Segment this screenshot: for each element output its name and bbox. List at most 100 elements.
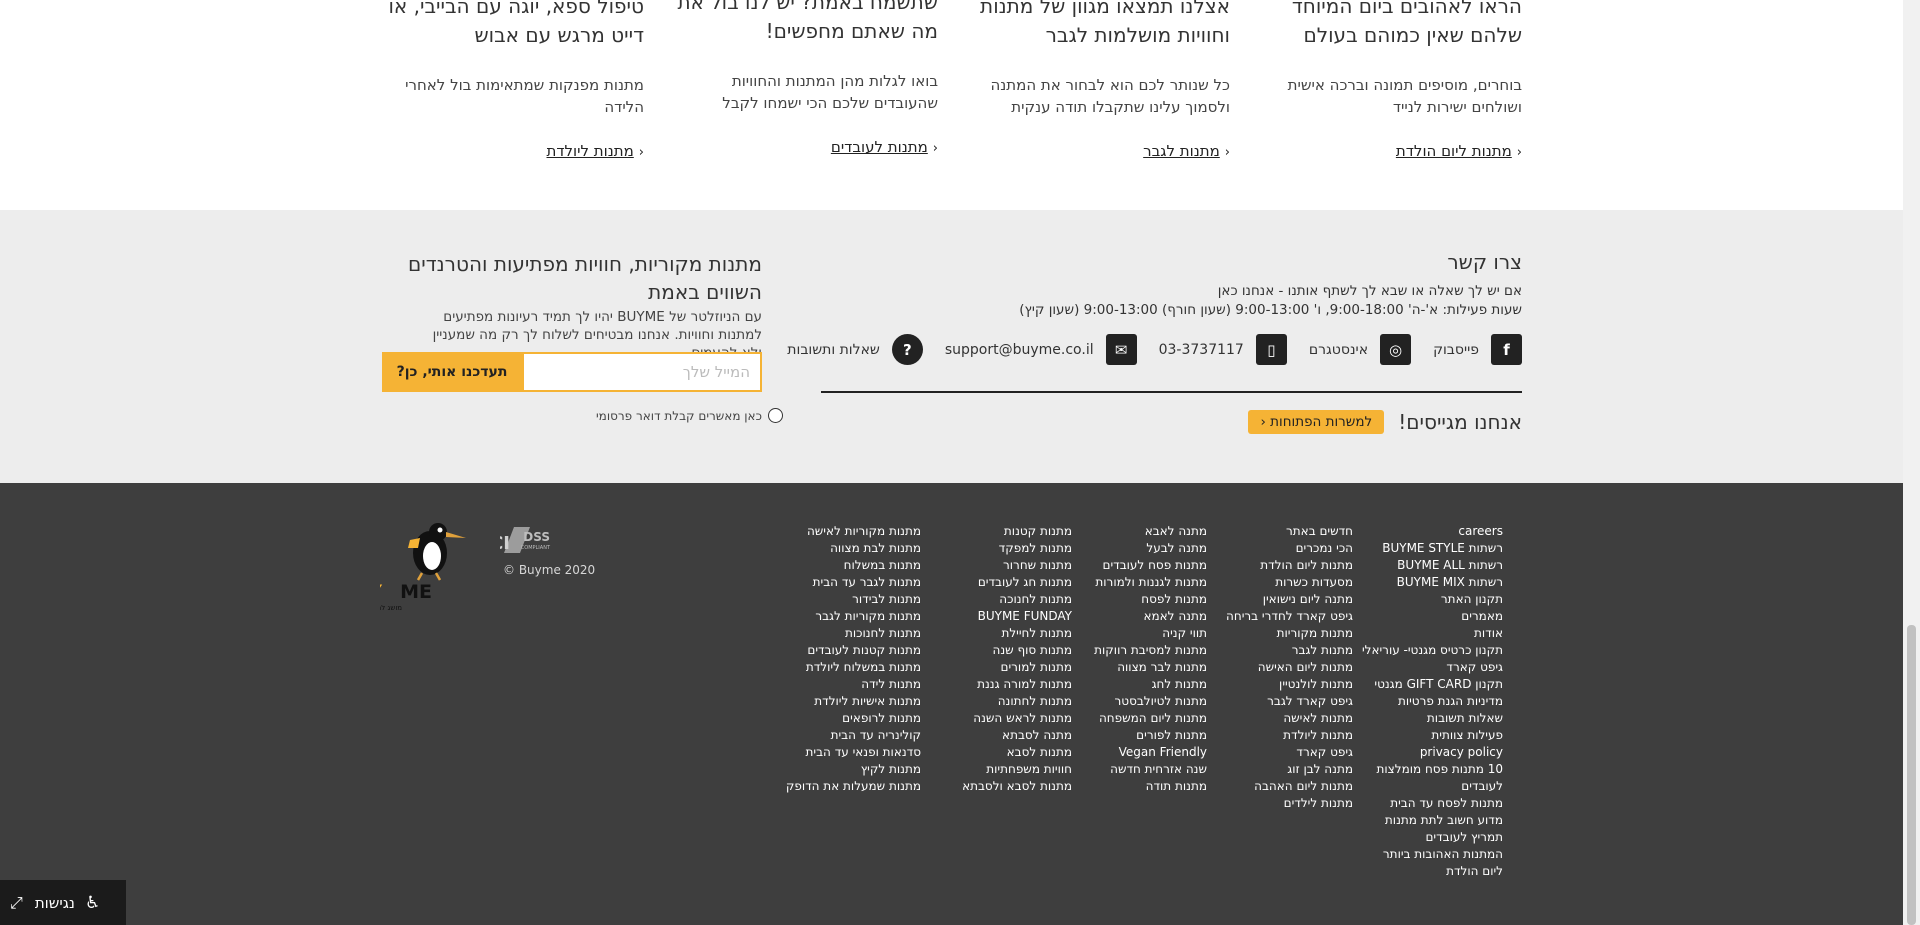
footer-link[interactable]: careers bbox=[1362, 523, 1503, 540]
scrollbar-thumb[interactable] bbox=[1907, 625, 1916, 925]
footer-link[interactable]: חדשים באתר bbox=[1226, 523, 1353, 540]
card-link-employees[interactable]: ‹ מתנות לעובדים bbox=[831, 138, 938, 156]
footer-link[interactable]: ליום הולדת bbox=[1362, 863, 1503, 880]
footer-link[interactable]: מדיניות הגנת פרטיות bbox=[1362, 693, 1503, 710]
footer-link[interactable]: מתנה לאבא bbox=[1094, 523, 1207, 540]
footer-link[interactable]: מתנות מקוריות לגבר bbox=[786, 608, 921, 625]
footer-link[interactable]: מתנות לרופאים bbox=[786, 710, 921, 727]
contact-faq[interactable]: ? שאלות ותשובות bbox=[787, 334, 923, 365]
footer-link[interactable]: מתנות לאישה bbox=[1226, 710, 1353, 727]
footer-link[interactable]: מתנות לילדים bbox=[1226, 795, 1353, 812]
newsletter-consent[interactable]: כאן מאשרים קבלת דואר פרסומי bbox=[596, 408, 783, 423]
footer-link[interactable]: מתנות ליום המשפחה bbox=[1094, 710, 1207, 727]
footer-link[interactable]: מתנות לסבא ולסבתא bbox=[962, 778, 1072, 795]
footer-link[interactable]: מתנות תודה bbox=[1094, 778, 1207, 795]
footer-link[interactable]: מתנות לחג bbox=[1094, 676, 1207, 693]
footer-link[interactable]: מתנות לחיילת bbox=[962, 625, 1072, 642]
footer-link[interactable]: רשתות BUYME ALL bbox=[1362, 557, 1503, 574]
footer-link[interactable]: מתנות לחתונה bbox=[962, 693, 1072, 710]
footer-link[interactable]: מתנה לבעל bbox=[1094, 540, 1207, 557]
footer-link[interactable]: מתנות שמעלות את הדופק bbox=[786, 778, 921, 795]
footer-link[interactable]: מתנות מקוריות bbox=[1226, 625, 1353, 642]
contact-facebook[interactable]: f פייסבוק bbox=[1433, 334, 1522, 365]
footer-link[interactable]: מסעדות כשרות bbox=[1226, 574, 1353, 591]
footer-link[interactable]: מתנה לבן זוג bbox=[1226, 761, 1353, 778]
footer-link[interactable]: מתנות לפורים bbox=[1094, 727, 1207, 744]
contact-email[interactable]: ✉ support@buyme.co.il bbox=[945, 334, 1137, 365]
footer-link[interactable]: מתנות ליום האישה bbox=[1226, 659, 1353, 676]
footer-link[interactable]: מתנות סוף שנה bbox=[962, 642, 1072, 659]
footer-link[interactable]: מתנות לגננות ולמורות bbox=[1094, 574, 1207, 591]
open-jobs-button[interactable]: למשרות הפתוחות ‹ bbox=[1248, 410, 1385, 434]
footer-link[interactable]: מאמרים bbox=[1362, 608, 1503, 625]
card-link-men[interactable]: ‹ מתנות לגבר bbox=[1143, 142, 1230, 160]
contact-instagram[interactable]: ◎ אינסטגרם bbox=[1309, 334, 1412, 365]
footer-link[interactable]: תקנון כרטיס מגנטי- עוריאלי bbox=[1362, 642, 1503, 659]
contact-phone[interactable]: ▯ 03-3737117 bbox=[1159, 334, 1287, 365]
footer-link[interactable]: מתנות לסבא bbox=[962, 744, 1072, 761]
footer-link[interactable]: תקנון האתר bbox=[1362, 591, 1503, 608]
footer-link[interactable]: מתנות לבת מצווה bbox=[786, 540, 921, 557]
footer-link[interactable]: מתנות לפסח bbox=[1094, 591, 1207, 608]
footer-link[interactable]: גיפט קארד bbox=[1362, 659, 1503, 676]
footer-link[interactable]: מתנות חג לעובדים bbox=[962, 574, 1072, 591]
card-link-new-mother[interactable]: ‹ מתנות ליולדת bbox=[546, 142, 644, 160]
footer-link[interactable]: מתנות אישיות ליולדת bbox=[786, 693, 921, 710]
consent-radio[interactable] bbox=[767, 408, 783, 423]
footer-link[interactable]: חוויות משפחתיות bbox=[962, 761, 1072, 778]
footer-link[interactable]: privacy policy bbox=[1362, 744, 1503, 761]
footer-link[interactable]: מתנות למסיבת רווקות bbox=[1094, 642, 1207, 659]
footer-link[interactable]: מתנות לחנוכה bbox=[962, 591, 1072, 608]
footer-link[interactable]: מתנות לחנוכות bbox=[786, 625, 921, 642]
footer-link[interactable]: לעובדים bbox=[1362, 778, 1503, 795]
card-link-birthday[interactable]: ‹ מתנות ליום הולדת bbox=[1396, 142, 1522, 160]
footer-link[interactable]: גיפט קארד bbox=[1226, 744, 1353, 761]
footer-link[interactable]: מתנה לאמא bbox=[1094, 608, 1207, 625]
footer-link[interactable]: מדוע חשוב לתת מתנות bbox=[1362, 812, 1503, 829]
footer-link[interactable]: מתנות מקוריות לאישה bbox=[786, 523, 921, 540]
footer-link[interactable]: מתנות למפקד bbox=[962, 540, 1072, 557]
footer-link[interactable]: מתנות קטנות bbox=[962, 523, 1072, 540]
footer-link[interactable]: מתנות במשלוח ליולדת bbox=[786, 659, 921, 676]
footer-link[interactable]: גיפט קארד לגבר bbox=[1226, 693, 1353, 710]
footer-link[interactable]: מתנות ליום האהבה bbox=[1226, 778, 1353, 795]
footer-link[interactable]: BUYME FUNDAY bbox=[962, 608, 1072, 625]
footer-link[interactable]: הכי נמכרים bbox=[1226, 540, 1353, 557]
footer-link[interactable]: אודות bbox=[1362, 625, 1503, 642]
footer-link[interactable]: מתנות פסח לעובדים bbox=[1094, 557, 1207, 574]
footer-link[interactable]: מתנות לבר מצווה bbox=[1094, 659, 1207, 676]
footer-link[interactable]: מתנות ליום הולדת bbox=[1226, 557, 1353, 574]
footer-link[interactable]: 10 מתנות פסח מומלצות bbox=[1362, 761, 1503, 778]
newsletter-submit-button[interactable]: תעדכנו אותי, כן? bbox=[382, 352, 522, 392]
footer-link[interactable]: שאלות תשובות bbox=[1362, 710, 1503, 727]
footer-link[interactable]: מתנות לגבר עד הבית bbox=[786, 574, 921, 591]
footer-link[interactable]: רשתות BUYME MIX bbox=[1362, 574, 1503, 591]
footer-link[interactable]: מתנות לקיץ bbox=[786, 761, 921, 778]
page-scrollbar[interactable] bbox=[1903, 0, 1920, 925]
footer-link[interactable]: Vegan Friendly bbox=[1094, 744, 1207, 761]
footer-link[interactable]: מתנות לטיולבסטר bbox=[1094, 693, 1207, 710]
footer-link[interactable]: מתנה לסבתא bbox=[962, 727, 1072, 744]
footer-link[interactable]: פעילות צוותית bbox=[1362, 727, 1503, 744]
buyme-logo[interactable]: BUY ME מושג לתת מתנות bbox=[380, 518, 480, 613]
footer-link[interactable]: מתנות לגבר bbox=[1226, 642, 1353, 659]
footer-link[interactable]: תמריץ לעובדים bbox=[1362, 829, 1503, 846]
footer-link[interactable]: מתנות לבידור bbox=[786, 591, 921, 608]
footer-link[interactable]: גיפט קארד לחדרי בריחה bbox=[1226, 608, 1353, 625]
footer-link[interactable]: תקנון GIFT CARD מגנטי bbox=[1362, 676, 1503, 693]
footer-link[interactable]: סדנאות ופנאי עד הבית bbox=[786, 744, 921, 761]
footer-link[interactable]: שנה אזרחית חדשה bbox=[1094, 761, 1207, 778]
footer-link[interactable]: מתנות לידה bbox=[786, 676, 921, 693]
newsletter-email-input[interactable] bbox=[522, 352, 762, 392]
footer-link[interactable]: קולינריה עד הבית bbox=[786, 727, 921, 744]
footer-link[interactable]: רשתות BUYME STYLE bbox=[1362, 540, 1503, 557]
footer-link[interactable]: מתנות במשלוח bbox=[786, 557, 921, 574]
footer-link[interactable]: מתנות לפסח עד הבית bbox=[1362, 795, 1503, 812]
accessibility-widget[interactable]: ⤢ נגישות ♿ bbox=[0, 880, 126, 925]
footer-link[interactable]: מתנות לראש השנה bbox=[962, 710, 1072, 727]
footer-link[interactable]: תווי קניה bbox=[1094, 625, 1207, 642]
footer-link[interactable]: מתנות לולנטיין bbox=[1226, 676, 1353, 693]
footer-link[interactable]: מתנות קטנות לעובדים bbox=[786, 642, 921, 659]
footer-link[interactable]: מתנה ליום נישואין bbox=[1226, 591, 1353, 608]
footer-link[interactable]: המתנות האהובות ביותר bbox=[1362, 846, 1503, 863]
